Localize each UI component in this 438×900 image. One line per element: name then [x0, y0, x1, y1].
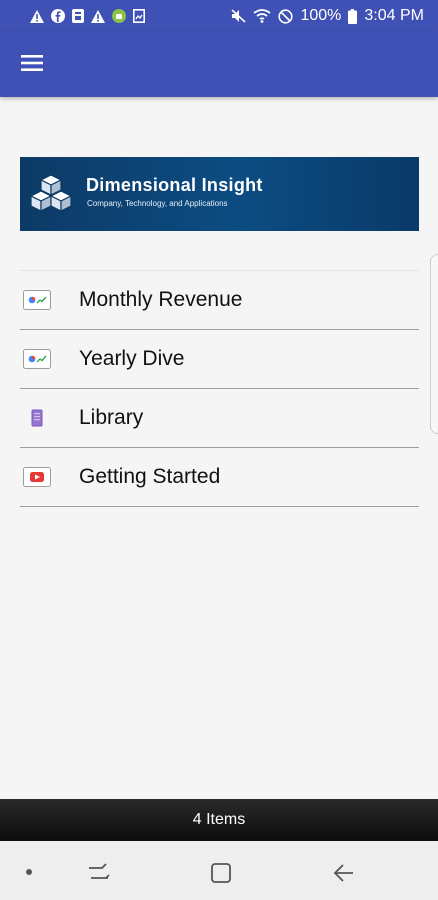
- list-item-monthly-revenue[interactable]: Monthly Revenue: [20, 271, 419, 330]
- dashboard-icon: [23, 290, 51, 310]
- list-item-label: Monthly Revenue: [79, 288, 243, 311]
- edge-panel-handle[interactable]: [430, 254, 438, 434]
- mute-icon: [231, 9, 247, 23]
- items-count-bar: 4 Items: [0, 799, 438, 841]
- app-bar: [0, 32, 438, 97]
- recent-apps-icon[interactable]: [88, 862, 110, 882]
- hamburger-menu-icon[interactable]: [20, 52, 50, 78]
- banner-subtitle: Company, Technology, and Applications: [87, 199, 228, 208]
- status-time: 3:04 PM: [364, 7, 424, 24]
- status-right: 100% 3:04 PM: [231, 7, 424, 25]
- dot-icon[interactable]: [24, 867, 34, 877]
- status-left-icons: [30, 9, 145, 23]
- list-item-getting-started[interactable]: Getting Started: [20, 448, 419, 507]
- dashboard-list: Monthly Revenue Yearly Dive Library Gett…: [20, 270, 419, 507]
- status-bar: 100% 3:04 PM: [0, 0, 438, 32]
- company-banner: Dimensional Insight Company, Technology,…: [20, 157, 419, 231]
- battery-icon: [348, 8, 358, 24]
- android-icon: [112, 9, 126, 23]
- home-icon[interactable]: [210, 862, 232, 884]
- banner-title: Dimensional Insight: [86, 175, 263, 195]
- list-item-label: Yearly Dive: [79, 347, 185, 370]
- image-icon: [133, 9, 145, 23]
- video-icon: [23, 467, 51, 487]
- alert-icon: [30, 9, 44, 23]
- list-item-library[interactable]: Library: [20, 389, 419, 448]
- battery-percent: 100%: [300, 7, 342, 24]
- alert-icon: [91, 9, 105, 23]
- wifi-icon: [253, 9, 272, 23]
- system-nav-bar: [0, 841, 438, 900]
- library-icon: [31, 409, 43, 427]
- cubes-logo: [30, 174, 72, 212]
- list-item-label: Getting Started: [79, 465, 221, 488]
- facebook-icon: [51, 9, 65, 23]
- dashboard-icon: [23, 349, 51, 369]
- notification-icon: [72, 9, 84, 23]
- list-item-yearly-dive[interactable]: Yearly Dive: [20, 330, 419, 389]
- items-count: 4 Items: [192, 811, 246, 828]
- back-icon[interactable]: [332, 862, 354, 884]
- block-icon: [278, 8, 294, 24]
- list-item-label: Library: [79, 406, 144, 429]
